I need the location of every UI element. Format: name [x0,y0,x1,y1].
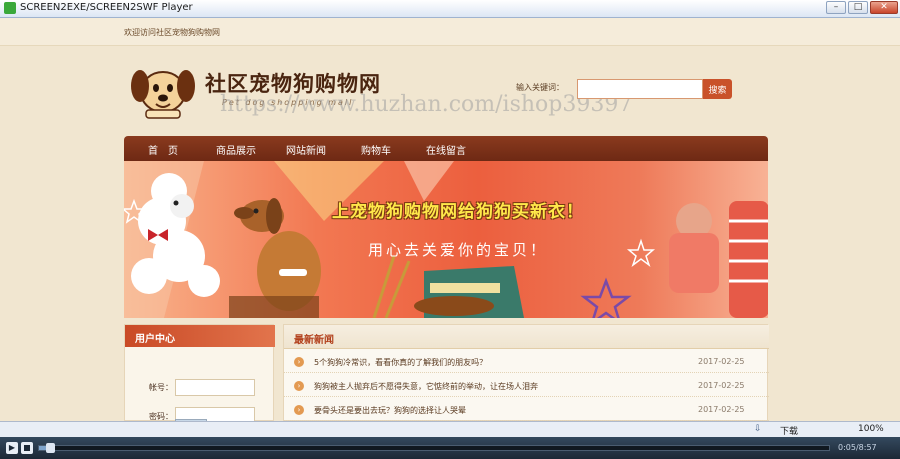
watermark-url: https://www.huzhan.com/ishop39397 [220,92,633,117]
minimize-button[interactable]: – [826,1,846,14]
nav-item-news[interactable]: 网站新闻 [286,142,326,157]
news-item[interactable]: › 要骨头还是要出去玩？狗狗的选择让人哭晕 2017-02-25 [284,401,769,421]
stop-button[interactable] [21,442,33,454]
arrow-bullet-icon: › [294,357,304,367]
dog-logo-icon[interactable] [128,62,198,120]
player-controls: ▶ 0:05/8:57 [0,437,900,459]
account-input[interactable] [175,379,255,396]
user-center-title: 用户中心 [135,334,175,345]
news-item[interactable]: › 5个狗狗冷常识，看看你真的了解我们的朋友吗？ 2017-02-25 [284,353,769,373]
main-nav: 首 页 商品展示 网站新闻 购物车 在线留言 [124,136,768,161]
seek-progress [39,446,46,450]
user-center-header: 用户中心 [125,325,275,347]
seek-handle[interactable] [46,443,55,453]
welcome-text: 欢迎访问社区宠物狗购物网 [124,28,220,37]
latest-news-title: 最新新闻 [294,335,334,346]
news-item-title[interactable]: 要骨头还是要出去玩？狗狗的选择让人哭晕 [314,405,466,416]
news-item[interactable]: › 狗狗被主人抛弃后不愿得失意，它惦终前的举动，让在场人泪奔 2017-02-2… [284,377,769,397]
banner-headline: 上宠物狗购物网给狗狗买新衣！ [332,202,584,222]
status-toolbar-icon[interactable]: ⇩ [754,424,762,434]
maximize-button[interactable]: □ [848,1,868,14]
nav-item-home[interactable]: 首 页 [148,142,178,157]
search-input[interactable] [577,79,703,99]
play-button[interactable]: ▶ [6,442,18,454]
nav-item-cart[interactable]: 购物车 [361,142,391,157]
app-icon [4,2,16,14]
news-item-date: 2017-02-25 [698,405,745,414]
latest-news-panel: 最新新闻 › 5个狗狗冷常识，看看你真的了解我们的朋友吗？ 2017-02-25… [283,324,769,421]
status-strip: ⇩ 下载 100% [0,421,900,437]
news-item-title[interactable]: 狗狗被主人抛弃后不愿得失意，它惦终前的举动，让在场人泪奔 [314,381,538,392]
top-bar: 欢迎访问社区宠物狗购物网 [0,18,900,46]
search-label: 输入关键词： [516,83,564,92]
close-button[interactable]: ✕ [870,1,898,14]
latest-news-header: 最新新闻 [284,325,769,349]
zoom-level[interactable]: 100% [858,424,884,434]
account-label: 帐号： [149,383,173,392]
time-readout: 0:05/8:57 [838,443,877,452]
window-titlebar: SCREEN2EXE/SCREEN2SWF Player – □ ✕ [0,0,900,18]
search-button[interactable]: 搜索 [703,79,732,99]
download-button[interactable]: 下载 [780,424,798,437]
web-page: 欢迎访问社区宠物狗购物网 社区宠物狗购物网 Pet dog shopping m… [0,18,900,421]
window-title: SCREEN2EXE/SCREEN2SWF Player [20,2,193,13]
banner-subline: 用心去关爱你的宝贝！ [368,241,549,259]
arrow-bullet-icon: › [294,381,304,391]
seek-bar[interactable] [38,443,830,453]
nav-item-products[interactable]: 商品展示 [216,142,256,157]
user-center-panel: 用户中心 帐号： 密码： [124,324,275,421]
nav-item-guestbook[interactable]: 在线留言 [426,142,466,157]
news-item-date: 2017-02-25 [698,381,745,390]
password-label: 密码： [149,412,173,421]
arrow-bullet-icon: › [294,405,304,415]
news-item-title[interactable]: 5个狗狗冷常识，看看你真的了解我们的朋友吗？ [314,357,487,368]
hero-banner[interactable]: 上宠物狗购物网给狗狗买新衣！ 用心去关爱你的宝贝！ [124,161,768,318]
news-item-date: 2017-02-25 [698,357,745,366]
